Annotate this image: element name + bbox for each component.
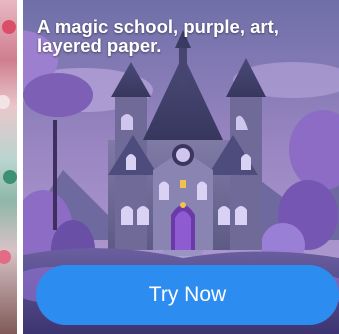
flower-decoration (2, 20, 16, 34)
leaf-decoration (3, 170, 17, 184)
ad-carousel: A magic school, purple, art, layered pap… (0, 0, 339, 334)
previous-card-edge[interactable] (0, 0, 17, 334)
ad-card[interactable]: A magic school, purple, art, layered pap… (23, 0, 339, 334)
try-now-button[interactable]: Try Now (36, 265, 339, 325)
flower-decoration (0, 95, 10, 109)
ad-caption: A magic school, purple, art, layered pap… (37, 16, 279, 56)
flower-decoration (0, 250, 11, 264)
try-now-label: Try Now (148, 283, 227, 306)
